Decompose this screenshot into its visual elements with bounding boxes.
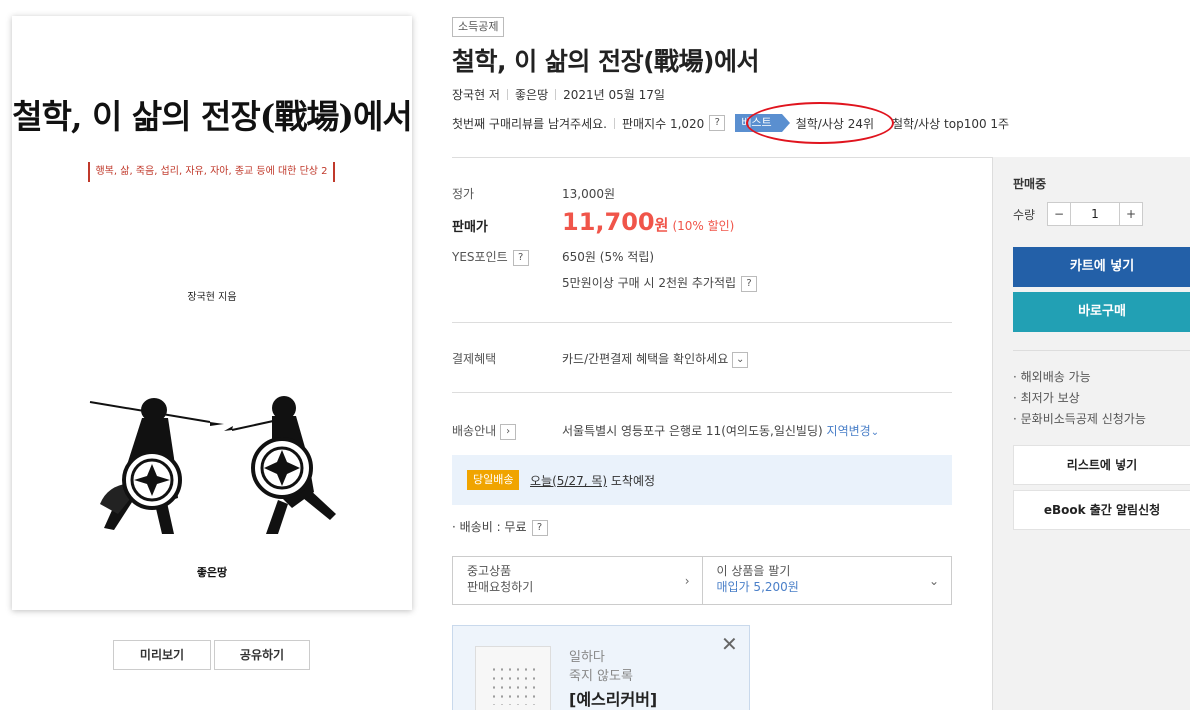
used-product-box: 중고상품 판매요청하기 › 이 상품을 팔기 매입가 5,200원 ⌄ bbox=[452, 556, 952, 605]
cover-publisher: 좋은땅 bbox=[196, 566, 228, 579]
best-rank-link[interactable]: 철학/사상 24위 bbox=[796, 115, 874, 132]
same-day-date[interactable]: 오늘(5/27, 목) bbox=[530, 474, 607, 488]
review-sales-line: 첫번째 구매리뷰를 남겨주세요. 판매지수 1,020? 베스트 철학/사상 24… bbox=[452, 114, 1009, 132]
cover-title: 철학, 이 삶의 전장(戰場)에서 bbox=[12, 97, 412, 136]
buyback-price: 매입가 5,200원 bbox=[716, 580, 799, 594]
publisher-link[interactable]: 좋은땅 bbox=[515, 88, 548, 102]
divider bbox=[452, 322, 952, 323]
quantity-minus-button[interactable]: − bbox=[1048, 203, 1070, 225]
change-region-link[interactable]: 지역변경⌄ bbox=[827, 424, 880, 438]
points-label: YES포인트? bbox=[452, 248, 529, 266]
product-title: 철학, 이 삶의 전장(戰場)에서 bbox=[452, 47, 759, 76]
points-label-text: YES포인트 bbox=[452, 250, 508, 264]
chevron-right-icon[interactable]: › bbox=[500, 423, 517, 440]
list-price-label: 정가 bbox=[452, 187, 475, 201]
discount-rate: (10% 할인) bbox=[672, 219, 735, 233]
author-link[interactable]: 장국현 저 bbox=[452, 88, 500, 102]
payment-benefit-text: 카드/간편결제 혜택을 확인하세요 bbox=[562, 352, 729, 366]
overseas-shipping-info: · 해외배송 가능 bbox=[1013, 370, 1091, 384]
divider bbox=[1013, 350, 1190, 351]
used-line1: 중고상품 bbox=[467, 564, 512, 578]
ad-line1: 일하다 bbox=[569, 650, 605, 665]
divider bbox=[452, 392, 952, 393]
same-day-delivery-box: 당일배송 오늘(5/27, 목) 도착예정 bbox=[452, 455, 952, 505]
buy-now-button[interactable]: 바로구매 bbox=[1013, 292, 1190, 332]
recover-ad-banner[interactable]: 일하다 죽지 않도록 [예스리커버] ✕ bbox=[452, 625, 750, 710]
quantity-input[interactable]: 1 bbox=[1070, 203, 1120, 225]
sale-price-amount: 11,700 bbox=[562, 208, 655, 236]
same-day-suffix: 도착예정 bbox=[610, 474, 656, 488]
shipping-fee-text: · 배송비 : 무료 bbox=[452, 520, 527, 534]
sale-price-label: 판매가 bbox=[452, 220, 488, 235]
shipping-label: 배송안내 › bbox=[452, 422, 517, 440]
used-line2: 판매요청하기 bbox=[467, 580, 534, 594]
payment-benefit[interactable]: 카드/간편결제 혜택을 확인하세요 ⌄ bbox=[562, 350, 749, 368]
culture-deduction-info: · 문화비소득공제 신청가능 bbox=[1013, 412, 1146, 426]
top100-link[interactable]: 철학/사상 top100 1주 bbox=[892, 115, 1009, 132]
sales-index-help-icon[interactable]: ? bbox=[709, 115, 726, 131]
cover-author: 장국현 지음 bbox=[187, 292, 237, 303]
chevron-down-icon[interactable]: ⌄ bbox=[732, 351, 749, 368]
points-value: 650원 (5% 적립) bbox=[562, 250, 655, 264]
points-help-icon[interactable]: ? bbox=[512, 249, 529, 266]
add-to-list-button[interactable]: 리스트에 넣기 bbox=[1013, 445, 1190, 485]
list-price: 13,000원 bbox=[562, 187, 616, 201]
shipping-address-text: 서울특별시 영등포구 은행로 11(여의도동,일신빌딩) bbox=[562, 424, 823, 438]
share-button[interactable]: 공유하기 bbox=[214, 640, 310, 670]
review-prompt-link[interactable]: 첫번째 구매리뷰를 남겨주세요. bbox=[452, 115, 607, 132]
preview-button[interactable]: 미리보기 bbox=[113, 640, 211, 670]
ad-line2: 죽지 않도록 bbox=[569, 669, 633, 684]
points-extra-help-icon[interactable]: ? bbox=[741, 275, 758, 292]
sell-this-product[interactable]: 이 상품을 팔기 매입가 5,200원 ⌄ bbox=[701, 557, 952, 604]
close-icon[interactable]: ✕ bbox=[721, 634, 738, 654]
payment-label: 결제혜택 bbox=[452, 352, 497, 366]
add-to-cart-button[interactable]: 카트에 넣기 bbox=[1013, 247, 1190, 287]
sale-status: 판매중 bbox=[1013, 177, 1047, 191]
best-badge: 베스트 bbox=[735, 114, 791, 132]
used-sell-request[interactable]: 중고상품 판매요청하기 › bbox=[453, 557, 702, 604]
purchase-panel: 판매중 수량 − 1 + 카트에 넣기 바로구매 · 해외배송 가능 · 최저가… bbox=[992, 157, 1190, 710]
divider bbox=[452, 157, 992, 158]
book-cover[interactable]: 철학, 이 삶의 전장(戰場)에서 행복, 삶, 죽음, 섭리, 자유, 자아,… bbox=[12, 16, 413, 610]
points-extra-text: 5만원이상 구매 시 2천원 추가적립 bbox=[562, 276, 737, 290]
sale-price: 11,700원 (10% 할인) bbox=[562, 208, 734, 236]
shipping-address: 서울특별시 영등포구 은행로 11(여의도동,일신빌딩) 지역변경⌄ bbox=[562, 422, 879, 439]
points-extra: 5만원이상 구매 시 2천원 추가적립? bbox=[562, 274, 758, 292]
product-meta: 장국현 저 좋은땅 2021년 05월 17일 bbox=[452, 86, 665, 103]
cover-subtitle: 행복, 삶, 죽음, 섭리, 자유, 자아, 종교 등에 대한 단상 2 bbox=[88, 162, 335, 182]
sales-index: 판매지수 1,020 bbox=[621, 116, 705, 131]
shipping-fee-help-icon[interactable]: ? bbox=[531, 519, 548, 536]
ad-line3: [예스리커버] bbox=[569, 690, 658, 709]
ebook-alert-button[interactable]: eBook 출간 알림신청 bbox=[1013, 490, 1190, 530]
warriors-illustration bbox=[89, 396, 336, 534]
same-day-text: 오늘(5/27, 목) 도착예정 bbox=[530, 472, 655, 489]
shipping-label-text: 배송안내 bbox=[452, 424, 497, 438]
income-deduction-tag: 소득공제 bbox=[452, 17, 505, 37]
publish-date: 2021년 05월 17일 bbox=[563, 88, 665, 102]
ad-book-thumbnail bbox=[475, 646, 551, 710]
change-region-text: 지역변경 bbox=[826, 424, 871, 438]
quantity-label: 수량 bbox=[1013, 208, 1036, 222]
chevron-right-icon: › bbox=[684, 574, 690, 588]
sell-line1: 이 상품을 팔기 bbox=[716, 564, 791, 578]
sale-price-unit: 원 bbox=[654, 216, 669, 234]
quantity-plus-button[interactable]: + bbox=[1120, 203, 1142, 225]
chevron-down-icon[interactable]: ⌄ bbox=[929, 573, 939, 589]
shipping-fee: · 배송비 : 무료? bbox=[452, 518, 548, 536]
same-day-badge: 당일배송 bbox=[467, 470, 520, 490]
quantity-stepper[interactable]: − 1 + bbox=[1047, 202, 1143, 226]
chevron-down-icon: ⌄ bbox=[870, 427, 880, 438]
lowest-price-info: · 최저가 보상 bbox=[1013, 391, 1080, 405]
